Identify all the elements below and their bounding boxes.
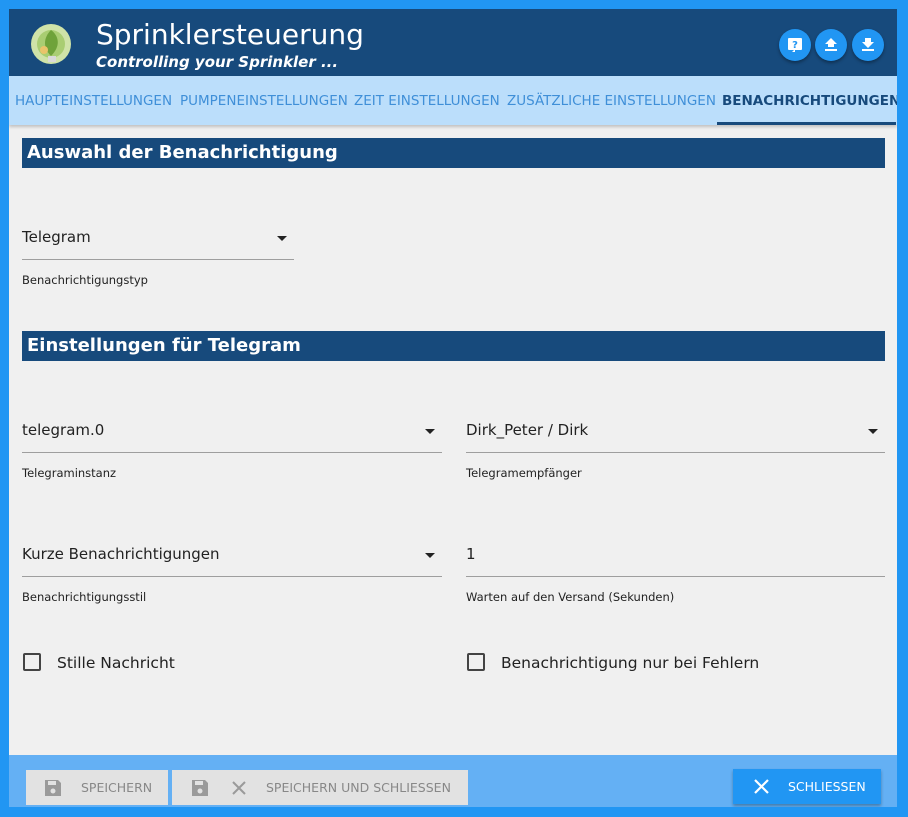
field-underline <box>22 259 294 260</box>
send-delay-label: Warten auf den Versand (Sekunden) <box>466 590 675 604</box>
notification-type-label: Benachrichtigungstyp <box>22 273 148 287</box>
svg-text:?: ? <box>792 40 798 51</box>
sprinkler-logo-icon <box>29 22 73 66</box>
save-and-close-button-label: SPEICHERN UND SCHLIESSEN <box>266 780 451 795</box>
app-header: Sprinklersteuerung Controlling your Spri… <box>9 9 897 76</box>
tab-zusaetzliche-einstellungen[interactable]: ZUSÄTZLICHE EINSTELLUNGEN <box>507 76 716 125</box>
upload-button[interactable] <box>815 29 847 61</box>
close-button[interactable]: SCHLIESSEN <box>733 769 881 804</box>
app-subtitle: Controlling your Sprinkler ... <box>96 53 339 71</box>
save-icon <box>192 780 208 796</box>
errors-only-checkbox[interactable] <box>467 653 485 671</box>
help-button[interactable]: ? <box>779 29 811 61</box>
notification-type-value: Telegram <box>22 228 91 246</box>
telegram-recipient-value: Dirk_Peter / Dirk <box>466 421 589 439</box>
notification-style-label: Benachrichtigungsstil <box>22 590 147 604</box>
chevron-down-icon <box>277 236 287 241</box>
chevron-down-icon <box>868 429 878 434</box>
section-title-selection: Auswahl der Benachrichtigung <box>22 138 885 168</box>
field-underline <box>22 576 442 577</box>
close-button-label: SCHLIESSEN <box>788 779 866 794</box>
notification-style-value: Kurze Benachrichtigungen <box>22 545 220 563</box>
tab-haupteinstellungen[interactable]: HAUPTEINSTELLUNGEN <box>15 76 172 125</box>
field-underline <box>466 452 885 453</box>
download-button[interactable] <box>852 29 884 61</box>
field-underline <box>466 576 885 577</box>
save-button-label: SPEICHERN <box>81 780 153 795</box>
tab-benachrichtigungen[interactable]: BENACHRICHTIGUNGEN <box>722 76 897 125</box>
chevron-down-icon <box>425 429 435 434</box>
section-title-telegram: Einstellungen für Telegram <box>22 331 885 361</box>
save-icon <box>45 780 61 796</box>
tab-bar: HAUPTEINSTELLUNGEN PUMPENEINSTELLUNGEN Z… <box>9 76 897 125</box>
app-title: Sprinklersteuerung <box>96 18 364 51</box>
tab-pumpeneinstellungen[interactable]: PUMPENEINSTELLUNGEN <box>180 76 348 125</box>
telegram-instance-value: telegram.0 <box>22 421 105 439</box>
silent-message-checkbox[interactable] <box>23 653 41 671</box>
help-icon: ? <box>788 38 802 52</box>
dialog-window: Sprinklersteuerung Controlling your Spri… <box>9 9 897 807</box>
active-tab-indicator <box>717 122 896 125</box>
close-icon <box>232 781 246 795</box>
telegram-instance-label: Telegraminstanz <box>22 466 117 480</box>
chevron-down-icon <box>425 553 435 558</box>
silent-message-label: Stille Nachricht <box>57 654 175 672</box>
save-and-close-button[interactable]: SPEICHERN UND SCHLIESSEN <box>172 770 468 805</box>
send-delay-value: 1 <box>466 545 476 563</box>
download-icon <box>862 38 874 51</box>
upload-icon <box>825 38 837 51</box>
dialog-footer: SPEICHERN SPEICHERN UND SCHLIESSEN SCHLI… <box>9 755 897 807</box>
close-icon <box>754 779 769 794</box>
telegram-recipient-label: Telegramempfänger <box>466 466 582 480</box>
save-button[interactable]: SPEICHERN <box>26 770 168 805</box>
field-underline <box>22 452 442 453</box>
tab-zeit-einstellungen[interactable]: ZEIT EINSTELLUNGEN <box>354 76 500 125</box>
errors-only-label: Benachrichtigung nur bei Fehlern <box>501 654 760 672</box>
